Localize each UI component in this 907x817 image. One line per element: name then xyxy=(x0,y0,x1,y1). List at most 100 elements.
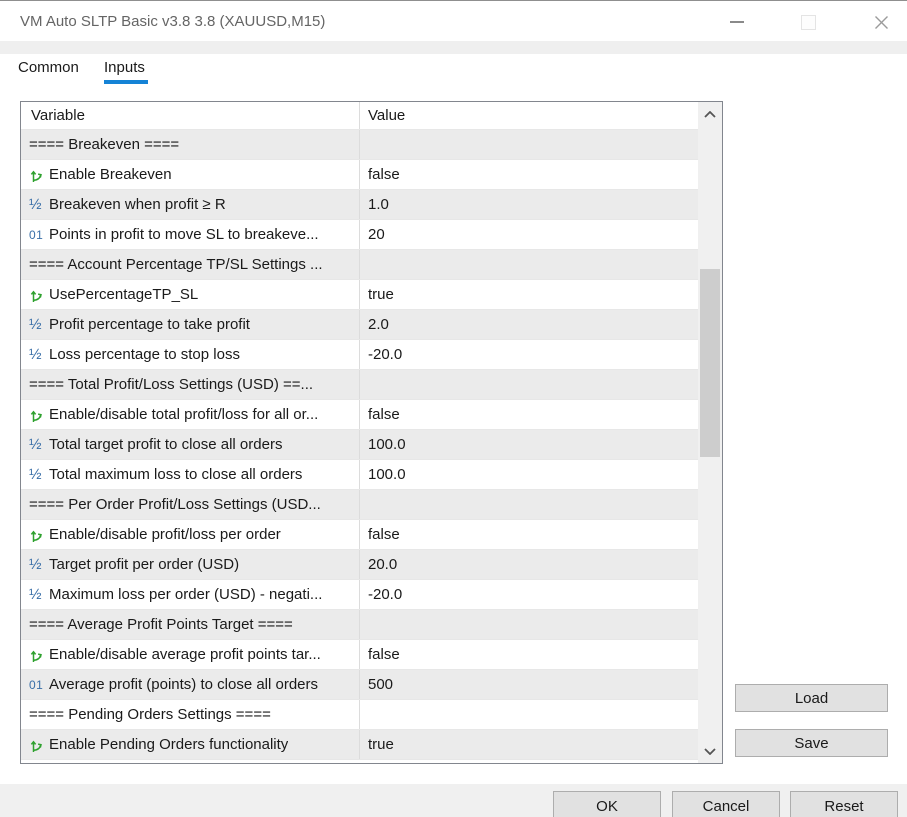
variable-label: Enable Pending Orders functionality xyxy=(49,736,289,753)
integer-01-icon: 01 xyxy=(29,677,44,692)
value-cell[interactable]: -20.0 xyxy=(360,340,698,369)
value-cell[interactable]: 2.0 xyxy=(360,310,698,339)
fraction-half-icon: ½ xyxy=(29,316,42,333)
section-row[interactable]: ==== Breakeven ==== xyxy=(21,130,698,160)
value-cell[interactable]: false xyxy=(360,640,698,669)
value-cell[interactable]: false xyxy=(360,160,698,189)
cancel-button[interactable]: Cancel xyxy=(672,791,780,817)
variable-cell: UsePercentageTP_SL xyxy=(21,280,360,309)
table-row[interactable]: Enable Breakeven false xyxy=(21,160,698,190)
variable-label: Total maximum loss to close all orders xyxy=(49,466,303,483)
table-row[interactable]: UsePercentageTP_SL true xyxy=(21,280,698,310)
value-cell[interactable]: 20 xyxy=(360,220,698,249)
minimize-button[interactable] xyxy=(722,10,752,34)
table-row[interactable]: ½ Loss percentage to stop loss -20.0 xyxy=(21,340,698,370)
variable-label: Loss percentage to stop loss xyxy=(49,346,240,363)
section-row[interactable]: ==== Total Profit/Loss Settings (USD) ==… xyxy=(21,370,698,400)
table-row[interactable]: ½ Target profit per order (USD) 20.0 xyxy=(21,550,698,580)
value-cell[interactable]: 100.0 xyxy=(360,430,698,459)
column-header-value: Value xyxy=(368,107,406,124)
section-row[interactable]: ==== Per Order Profit/Loss Settings (USD… xyxy=(21,490,698,520)
table-row[interactable]: ½ Total target profit to close all orders… xyxy=(21,430,698,460)
value-cell xyxy=(360,370,698,399)
chevron-down-icon xyxy=(704,747,716,755)
scroll-up-button[interactable] xyxy=(698,105,722,123)
variable-cell: ½ Loss percentage to stop loss xyxy=(21,340,360,369)
variable-cell: Enable Breakeven xyxy=(21,160,360,189)
fraction-half-icon: ½ xyxy=(29,556,42,573)
value-cell[interactable]: 20.0 xyxy=(360,550,698,579)
active-tab-indicator xyxy=(104,80,148,84)
tab-common[interactable]: Common xyxy=(18,55,79,81)
section-row[interactable]: ==== Pending Orders Settings ==== xyxy=(21,700,698,730)
value-cell xyxy=(360,130,698,159)
table-row[interactable]: Enable/disable total profit/loss for all… xyxy=(21,400,698,430)
variable-label: Total target profit to close all orders xyxy=(49,436,283,453)
variable-cell: ==== Total Profit/Loss Settings (USD) ==… xyxy=(21,370,360,399)
variable-cell: Enable/disable total profit/loss for all… xyxy=(21,400,360,429)
fraction-half-icon: ½ xyxy=(29,586,42,603)
maximize-button[interactable] xyxy=(793,10,823,34)
value-cell[interactable]: 100.0 xyxy=(360,460,698,489)
table-row[interactable]: Enable Pending Orders functionality true xyxy=(21,730,698,760)
vertical-scrollbar[interactable] xyxy=(698,102,722,763)
save-button[interactable]: Save xyxy=(735,729,888,757)
load-button[interactable]: Load xyxy=(735,684,888,712)
variable-cell: 01 Points in profit to move SL to breakev… xyxy=(21,220,360,249)
table-rows: ==== Breakeven ==== Enable Breakeven false… xyxy=(21,130,698,763)
table-row[interactable]: 01 Points in profit to move SL to breakev… xyxy=(21,220,698,250)
variable-label: ==== Total Profit/Loss Settings (USD) ==… xyxy=(29,376,314,393)
value-cell[interactable]: true xyxy=(360,730,698,759)
table-row[interactable]: Enable/disable average profit points tar… xyxy=(21,640,698,670)
variable-cell: ==== Pending Orders Settings ==== xyxy=(21,700,360,729)
value-cell[interactable]: true xyxy=(360,280,698,309)
variable-label: Points in profit to move SL to breakeve.… xyxy=(49,226,319,243)
branch-arrow-icon xyxy=(29,647,49,663)
inputs-table: Variable Value ==== Breakeven ==== Enable… xyxy=(20,101,723,764)
value-cell[interactable]: false xyxy=(360,520,698,549)
table-row[interactable]: ½ Breakeven when profit ≥ R 1.0 xyxy=(21,190,698,220)
value-cell[interactable]: 1.0 xyxy=(360,190,698,219)
table-row[interactable]: 01 Average profit (points) to close all o… xyxy=(21,670,698,700)
fraction-half-icon: ½ xyxy=(29,346,42,363)
value-cell[interactable]: false xyxy=(360,400,698,429)
fraction-half-icon: ½ xyxy=(29,466,42,483)
section-row[interactable]: ==== Account Percentage TP/SL Settings .… xyxy=(21,250,698,280)
table-header: Variable Value xyxy=(21,102,698,130)
variable-label: Breakeven when profit ≥ R xyxy=(49,196,226,213)
section-row[interactable]: ==== Average Profit Points Target ==== xyxy=(21,610,698,640)
value-cell[interactable]: -20.0 xyxy=(360,580,698,609)
tab-inputs[interactable]: Inputs xyxy=(104,55,145,81)
variable-cell: ½ Maximum loss per order (USD) - negati..… xyxy=(21,580,360,609)
ok-button[interactable]: OK xyxy=(553,791,661,817)
table-row[interactable]: Enable/disable profit/loss per order fals… xyxy=(21,520,698,550)
title-bar: VM Auto SLTP Basic v3.8 3.8 (XAUUSD,M15) xyxy=(0,1,907,41)
titlebar-separator xyxy=(0,41,907,54)
variable-label: ==== Account Percentage TP/SL Settings .… xyxy=(29,256,323,273)
value-cell[interactable]: 500 xyxy=(360,670,698,699)
minimize-icon xyxy=(730,21,744,23)
variable-label: Enable/disable total profit/loss for all… xyxy=(49,406,319,423)
close-icon xyxy=(874,15,888,29)
value-cell xyxy=(360,490,698,519)
integer-01-icon: 01 xyxy=(29,227,44,242)
variable-cell: Enable/disable profit/loss per order xyxy=(21,520,360,549)
close-button[interactable] xyxy=(866,10,896,34)
scrollbar-thumb[interactable] xyxy=(700,269,720,457)
variable-cell: 01 Average profit (points) to close all o… xyxy=(21,670,360,699)
variable-cell: Enable/disable average profit points tar… xyxy=(21,640,360,669)
table-row[interactable]: ½ Maximum loss per order (USD) - negati..… xyxy=(21,580,698,610)
reset-button[interactable]: Reset xyxy=(790,791,898,817)
table-row[interactable]: ½ Total maximum loss to close all orders 1… xyxy=(21,460,698,490)
variable-label: Enable/disable average profit points tar… xyxy=(49,646,321,663)
chevron-up-icon xyxy=(704,110,716,118)
column-header-variable: Variable xyxy=(21,102,360,129)
table-row[interactable]: ½ Profit percentage to take profit 2.0 xyxy=(21,310,698,340)
value-cell xyxy=(360,610,698,639)
branch-arrow-icon xyxy=(29,527,49,543)
scroll-down-button[interactable] xyxy=(698,742,722,760)
variable-label: Enable Breakeven xyxy=(49,166,172,183)
variable-cell: ==== Average Profit Points Target ==== xyxy=(21,610,360,639)
variable-cell: ==== Account Percentage TP/SL Settings .… xyxy=(21,250,360,279)
branch-arrow-icon xyxy=(29,167,49,183)
